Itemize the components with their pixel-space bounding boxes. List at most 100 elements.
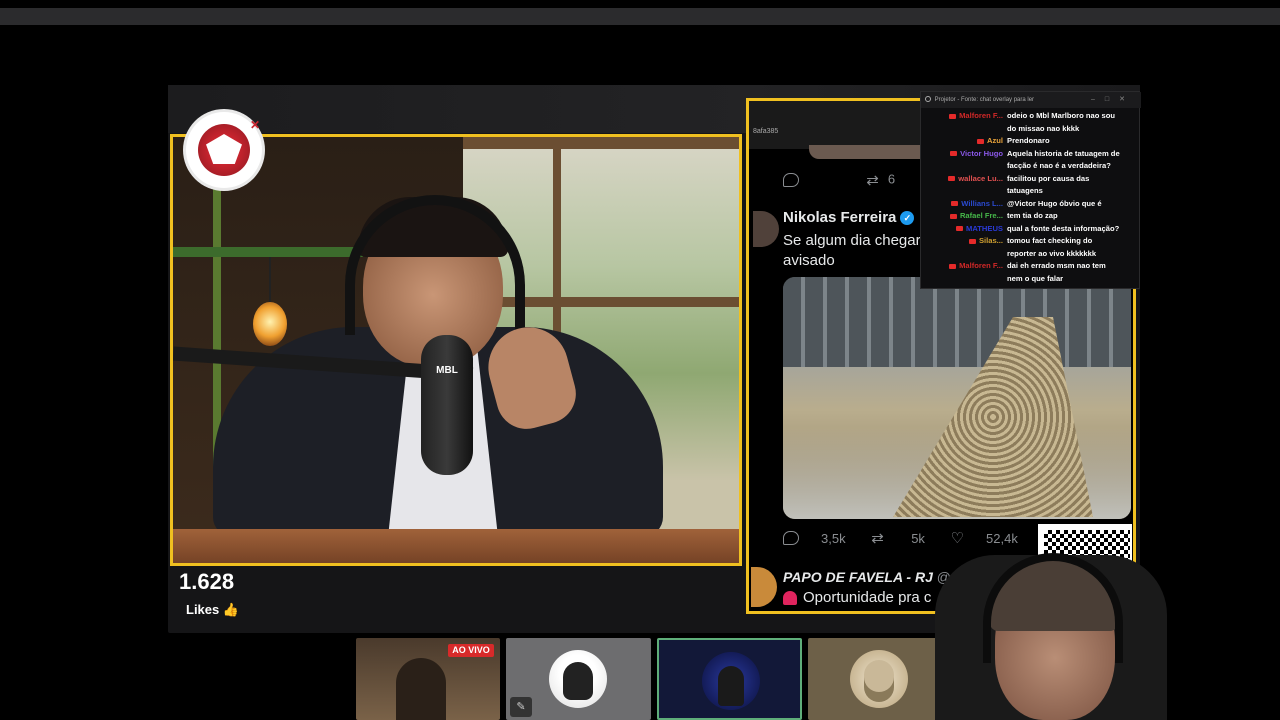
tweet-panel-id: 8afa385 — [753, 128, 779, 135]
chat-username-cell: Willians L... — [923, 198, 1007, 211]
retweet-icon[interactable]: ⇄ — [871, 529, 889, 547]
light-bulb — [253, 302, 287, 346]
participant-avatar — [549, 650, 607, 708]
chat-messages: Malforen F... odeio o Mbl Marlboro nao so… — [923, 110, 1137, 285]
chat-message: Rafael Fre... tem tia do zap — [923, 210, 1137, 223]
chat-username[interactable]: MATHEUS — [966, 224, 1003, 233]
chat-username[interactable]: Rafael Fre... — [960, 211, 1003, 220]
chat-message: Victor Hugo Aquela historia de tatuagem d… — [923, 148, 1137, 161]
chat-message-text: odeio o Mbl Marlboro nao sou — [1007, 111, 1115, 120]
tweet-author-row: Nikolas Ferreira ✓ — [783, 209, 915, 226]
chat-username[interactable]: Victor Hugo — [960, 149, 1003, 158]
tweet-author[interactable]: PAPO DE FAVELA - RJ — [783, 569, 933, 585]
chat-message: MATHEUS qual a fonte desta informação? — [923, 223, 1137, 236]
projector-icon — [925, 96, 931, 103]
mic-brand-label: MBL — [436, 365, 458, 376]
participant-avatar — [702, 652, 760, 710]
youtube-icon — [949, 213, 957, 219]
youtube-icon — [968, 238, 976, 244]
chat-message: Malforen F... odeio o Mbl Marlboro nao so… — [923, 110, 1137, 123]
likes-count: 1.628 — [179, 569, 235, 594]
youtube-icon — [949, 263, 957, 269]
chat-message: Malforen F... dai eh errado msm nao tem — [923, 260, 1137, 273]
tweet-photo[interactable] — [783, 277, 1131, 519]
chat-message-text: tomou fact checking do — [1007, 236, 1093, 245]
tweet-text: Oportunidade pra c — [783, 589, 931, 606]
chat-username[interactable]: Willians L... — [961, 199, 1003, 208]
chat-username-cell: Victor Hugo — [923, 148, 1007, 161]
tweet-text-line: Oportunidade pra c — [803, 589, 932, 606]
participant-tile-3[interactable] — [657, 638, 802, 720]
live-badge: AO VIVO — [448, 644, 494, 657]
reply-icon[interactable] — [783, 531, 799, 545]
chat-message-text: @Victor Hugo óbvio que é — [1007, 198, 1102, 208]
participant-avatar — [850, 650, 908, 708]
chat-message: Willians L... @Victor Hugo óbvio que é — [923, 198, 1137, 211]
youtube-icon — [950, 151, 958, 156]
chat-message-continuation: tatuagens — [1007, 186, 1043, 195]
thumbs-up-icon: 👍 — [222, 602, 240, 617]
chat-username-cell: Malforen F... — [923, 110, 1007, 123]
retweet-count: 5k — [911, 530, 925, 546]
chat-window-title: Projetor - Fonte: chat overlay para ler — [934, 97, 1035, 103]
chat-message: Azul Prendonaro — [923, 135, 1137, 148]
main-video-feed[interactable]: MBL — [170, 134, 742, 566]
prison-wall — [783, 277, 1131, 367]
retweet-count: 6 — [887, 171, 896, 187]
browser-top-bar — [0, 8, 1280, 25]
youtube-icon — [948, 176, 956, 181]
chat-username-cell: wallace Lu... — [923, 173, 1007, 186]
chat-username[interactable]: wallace Lu... — [958, 174, 1003, 183]
mic-off-icon[interactable]: ✎ — [510, 697, 532, 717]
chat-message: Silas... tomou fact checking do — [923, 235, 1137, 248]
chat-username-cell: Malforen F... — [923, 260, 1007, 273]
window-frame-top — [463, 137, 739, 149]
reply-count: 3,5k — [821, 530, 846, 546]
chat-username-cell: MATHEUS — [923, 223, 1007, 236]
streamer-webcam — [935, 535, 1167, 720]
chat-overlay-window[interactable]: Projetor - Fonte: chat overlay para ler … — [920, 91, 1141, 289]
logo-x-icon: ✕ — [249, 118, 260, 132]
chat-message-text: Aquela historia de tatuagem de — [1007, 148, 1120, 158]
chat-username[interactable]: Azul — [987, 136, 1003, 145]
chat-username-cell: Azul — [923, 135, 1007, 148]
siren-icon — [783, 591, 797, 606]
shelf-bar — [173, 247, 363, 257]
retweet-icon[interactable]: ⇄ — [866, 171, 884, 189]
youtube-icon — [976, 138, 984, 144]
reply-icon[interactable] — [783, 173, 799, 187]
chat-username[interactable]: Malforen F... — [959, 261, 1003, 270]
chat-username-cell: Rafael Fre... — [923, 210, 1007, 223]
channel-logo: ✕ — [186, 112, 262, 188]
chat-message-text: tem tia do zap — [1007, 211, 1058, 220]
chat-message-text: Prendonaro — [1007, 136, 1050, 145]
participant-video — [396, 658, 446, 720]
chat-message-text: facilitou por causa das — [1007, 173, 1090, 183]
chat-window-titlebar[interactable]: Projetor - Fonte: chat overlay para ler … — [921, 92, 1141, 108]
verified-icon: ✓ — [900, 211, 915, 226]
chat-message-continuation: nem o que falar — [1007, 273, 1064, 283]
chat-message-continuation: facção é nao é a verdadeira? — [1007, 161, 1111, 170]
participant-tile-4[interactable] — [808, 638, 948, 720]
tweet-author-row: PAPO DE FAVELA - RJ @ — [783, 569, 951, 585]
desk — [173, 529, 739, 563]
chat-message-text: qual a fonte desta informação? — [1007, 223, 1120, 233]
microphone — [421, 335, 473, 475]
chat-username[interactable]: Silas... — [979, 236, 1003, 245]
author-avatar[interactable] — [751, 567, 777, 607]
lamp-cord — [269, 257, 271, 307]
youtube-icon — [956, 226, 964, 231]
youtube-icon — [949, 113, 957, 119]
author-avatar[interactable] — [753, 211, 779, 247]
youtube-icon — [951, 201, 959, 206]
chat-username[interactable]: Malforen F... — [959, 111, 1003, 120]
chat-message-text: dai eh errado msm nao tem — [1007, 261, 1106, 270]
chat-message-continuation: do missao nao kkkk — [1007, 123, 1080, 133]
window-controls[interactable]: –□✕ — [1091, 92, 1135, 108]
chat-message: wallace Lu... facilitou por causa das — [923, 173, 1137, 186]
chat-username-cell: Silas... — [923, 235, 1007, 248]
likes-label-row: Likes 👍 — [186, 602, 239, 618]
chat-message-continuation: reporter ao vivo kkkkkkk — [1007, 248, 1097, 258]
tweet-author[interactable]: Nikolas Ferreira — [783, 209, 896, 226]
likes-label: Likes — [186, 602, 220, 617]
